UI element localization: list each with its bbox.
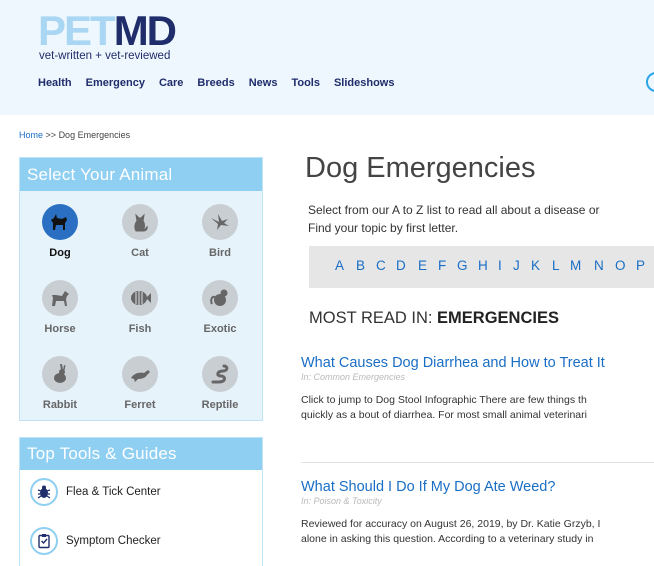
select-animal-title: Select Your Animal — [20, 158, 262, 191]
logo-wordmark: PETMD — [38, 7, 177, 54]
ferret-icon — [122, 356, 158, 392]
letter-e[interactable]: E — [418, 258, 427, 273]
cat-icon — [122, 204, 158, 240]
animal-reptile[interactable]: Reptile — [180, 356, 260, 411]
tool-label: Symptom Checker — [66, 535, 161, 547]
letter-h[interactable]: H — [478, 258, 488, 273]
fish-icon — [122, 280, 158, 316]
most-read-heading: MOST READ IN: EMERGENCIES — [309, 309, 559, 328]
a-to-z-bar: A B C D E F G H I J K L M N O P — [309, 246, 654, 288]
letter-a[interactable]: A — [335, 258, 344, 273]
animal-rabbit[interactable]: Rabbit — [20, 356, 100, 411]
animal-dog[interactable]: Dog — [20, 204, 100, 259]
breadcrumb-home[interactable]: Home — [19, 130, 43, 140]
letter-d[interactable]: D — [396, 258, 406, 273]
select-animal-panel: Select Your Animal Dog Cat Bird Horse Fi… — [19, 157, 263, 421]
letter-c[interactable]: C — [376, 258, 386, 273]
exotic-icon — [202, 280, 238, 316]
letter-n[interactable]: N — [594, 258, 604, 273]
main-nav: Health Emergency Care Breeds News Tools … — [38, 77, 409, 89]
letter-f[interactable]: F — [438, 258, 446, 273]
article-category[interactable]: In: Common Emergencies — [301, 372, 654, 382]
letter-g[interactable]: G — [457, 258, 468, 273]
animal-exotic[interactable]: Exotic — [180, 280, 260, 335]
bug-icon — [30, 478, 58, 506]
animal-bird[interactable]: Bird — [180, 204, 260, 259]
tool-symptom-checker[interactable]: Symptom Checker — [30, 527, 161, 555]
intro-line-2: Find your topic by first letter. — [308, 221, 459, 235]
clipboard-icon — [30, 527, 58, 555]
nav-slideshows[interactable]: Slideshows — [334, 77, 395, 89]
tool-label: Flea & Tick Center — [66, 486, 161, 498]
article-card: What Causes Dog Diarrhea and How to Trea… — [301, 355, 654, 423]
article-card: What Should I Do If My Dog Ate Weed? In:… — [301, 479, 654, 547]
animal-horse[interactable]: Horse — [20, 280, 100, 335]
nav-breeds[interactable]: Breeds — [197, 77, 234, 89]
most-read-prefix: MOST READ IN: — [309, 309, 438, 327]
breadcrumb-separator: >> — [45, 130, 57, 140]
article-divider — [301, 462, 654, 463]
breadcrumb-current: Dog Emergencies — [58, 130, 131, 140]
dog-icon — [42, 204, 78, 240]
letter-b[interactable]: B — [356, 258, 365, 273]
article-excerpt: Reviewed for accuracy on August 26, 2019… — [301, 518, 601, 545]
animal-ferret[interactable]: Ferret — [100, 356, 180, 411]
most-read-category: EMERGENCIES — [437, 309, 559, 327]
nav-health[interactable]: Health — [38, 77, 72, 89]
search-icon[interactable] — [646, 72, 654, 92]
letter-l[interactable]: L — [552, 258, 560, 273]
reptile-icon — [202, 356, 238, 392]
letter-m[interactable]: M — [570, 258, 581, 273]
bird-icon — [202, 204, 238, 240]
rabbit-icon — [42, 356, 78, 392]
nav-care[interactable]: Care — [159, 77, 183, 89]
page-title: Dog Emergencies — [305, 152, 536, 184]
letter-j[interactable]: J — [513, 258, 520, 273]
petmd-logo[interactable]: PETMD vet-written + vet-reviewed — [38, 7, 198, 63]
top-tools-panel: Top Tools & Guides Flea & Tick Center Sy… — [19, 437, 263, 566]
horse-icon — [42, 280, 78, 316]
logo-tagline: vet-written + vet-reviewed — [39, 50, 171, 62]
nav-news[interactable]: News — [249, 77, 278, 89]
letter-o[interactable]: O — [615, 258, 626, 273]
animal-cat[interactable]: Cat — [100, 204, 180, 259]
intro-text: Select from our A to Z list to read all … — [308, 201, 600, 237]
site-header: PETMD vet-written + vet-reviewed Health … — [0, 0, 654, 115]
nav-emergency[interactable]: Emergency — [86, 77, 145, 89]
tool-flea-tick-center[interactable]: Flea & Tick Center — [30, 478, 161, 506]
nav-tools[interactable]: Tools — [291, 77, 320, 89]
letter-k[interactable]: K — [531, 258, 540, 273]
article-excerpt: Click to jump to Dog Stool Infographic T… — [301, 394, 587, 421]
top-tools-title: Top Tools & Guides — [20, 438, 262, 470]
breadcrumb: Home >> Dog Emergencies — [19, 130, 130, 140]
intro-line-1: Select from our A to Z list to read all … — [308, 203, 600, 217]
letter-i[interactable]: I — [498, 258, 502, 273]
article-title[interactable]: What Causes Dog Diarrhea and How to Trea… — [301, 355, 654, 371]
article-title[interactable]: What Should I Do If My Dog Ate Weed? — [301, 479, 654, 495]
animal-fish[interactable]: Fish — [100, 280, 180, 335]
letter-p[interactable]: P — [636, 258, 645, 273]
article-category[interactable]: In: Poison & Toxicity — [301, 496, 654, 506]
